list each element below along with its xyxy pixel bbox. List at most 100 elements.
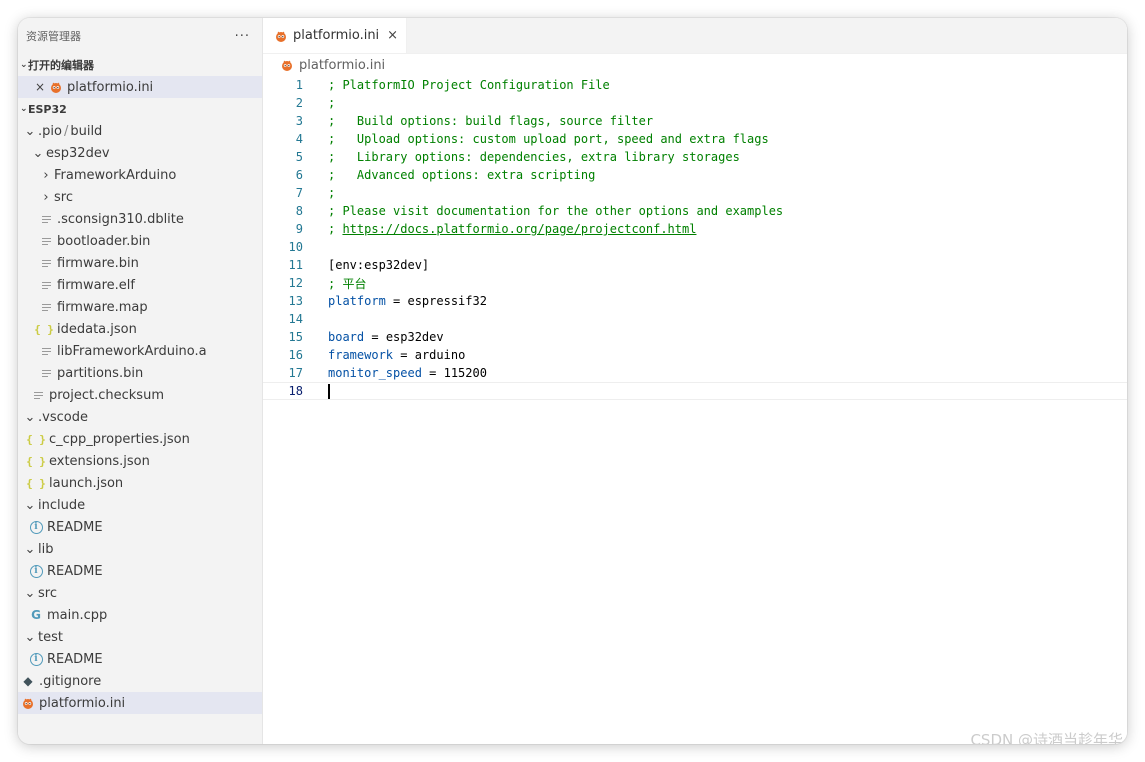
text-cursor bbox=[328, 383, 330, 399]
chevron-down-icon: ⌄ bbox=[24, 123, 36, 139]
docs-link[interactable]: https://docs.platformio.org/page/project… bbox=[342, 222, 696, 236]
line-number: 10 bbox=[288, 240, 303, 254]
tree-label: .vscode bbox=[38, 409, 88, 425]
code-text: ; 平台 bbox=[328, 276, 367, 291]
open-editors-section[interactable]: ⌄ 打开的编辑器 bbox=[18, 54, 262, 76]
tree-file-selected[interactable]: platformio.ini bbox=[18, 692, 262, 714]
tree-file[interactable]: ◆ .gitignore bbox=[18, 670, 262, 692]
tree-file[interactable]: project.checksum bbox=[18, 384, 262, 406]
tree-file[interactable]: firmware.bin bbox=[18, 252, 262, 274]
tree-label: extensions.json bbox=[49, 453, 150, 469]
open-editor-item[interactable]: × platformio.ini bbox=[18, 76, 262, 98]
code-text bbox=[328, 383, 330, 399]
tree-file[interactable]: firmware.map bbox=[18, 296, 262, 318]
close-icon[interactable]: × bbox=[387, 28, 398, 43]
tree-file[interactable]: G main.cpp bbox=[18, 604, 262, 626]
tree-label: FrameworkArduino bbox=[54, 167, 177, 183]
tree-label: src bbox=[38, 585, 57, 601]
line-number: 9 bbox=[295, 222, 303, 236]
code-text: framework = arduino bbox=[328, 348, 466, 362]
editor-area: platformio.ini × platformio.ini 1 ; Platf… bbox=[263, 18, 1127, 744]
tree-label: test bbox=[38, 629, 63, 645]
chevron-down-icon: ⌄ bbox=[20, 104, 28, 114]
tree-file[interactable]: i README bbox=[18, 516, 262, 538]
tree-label: .pio / build bbox=[38, 123, 103, 139]
tree-file[interactable]: i README bbox=[18, 648, 262, 670]
tree-folder-vscode[interactable]: ⌄ .vscode bbox=[18, 406, 262, 428]
tree-file[interactable]: partitions.bin bbox=[18, 362, 262, 384]
tree-label: firmware.map bbox=[57, 299, 148, 315]
code-line: 3 ; Build options: build flags, source fi… bbox=[263, 112, 1127, 130]
code-text: ; Advanced options: extra scripting bbox=[328, 168, 596, 182]
tree-label: idedata.json bbox=[57, 321, 137, 337]
chevron-down-icon: ⌄ bbox=[24, 629, 36, 645]
tree-file[interactable]: { } extensions.json bbox=[18, 450, 262, 472]
chevron-down-icon: ⌄ bbox=[20, 60, 28, 70]
chevron-right-icon: › bbox=[43, 189, 49, 205]
line-number: 1 bbox=[295, 78, 303, 92]
line-number: 18 bbox=[288, 384, 303, 398]
code-line-current: 18 bbox=[263, 382, 1127, 400]
code-text: platform = espressif32 bbox=[328, 294, 487, 308]
chevron-right-icon: › bbox=[43, 167, 49, 183]
code-line: 6 ; Advanced options: extra scripting bbox=[263, 166, 1127, 184]
tree-file[interactable]: { } idedata.json bbox=[18, 318, 262, 340]
tree-folder-include[interactable]: ⌄ include bbox=[18, 494, 262, 516]
code-section: [env:esp32dev] bbox=[328, 258, 430, 272]
tab-platformio-ini[interactable]: platformio.ini × bbox=[263, 18, 408, 53]
tree-file[interactable]: i README bbox=[18, 560, 262, 582]
code-text: ; Build options: build flags, source fil… bbox=[328, 114, 654, 128]
tree-label: platformio.ini bbox=[39, 695, 126, 711]
info-icon: i bbox=[28, 520, 44, 534]
tree-file[interactable]: libFrameworkArduino.a bbox=[18, 340, 262, 362]
code-line: 4 ; Upload options: custom upload port, s… bbox=[263, 130, 1127, 148]
file-icon bbox=[38, 346, 54, 356]
close-icon[interactable]: × bbox=[32, 80, 48, 94]
tree-file[interactable]: { } launch.json bbox=[18, 472, 262, 494]
code-text: ; bbox=[328, 96, 336, 110]
tree-file[interactable]: .sconsign310.dblite bbox=[18, 208, 262, 230]
platformio-icon bbox=[282, 60, 292, 71]
platformio-icon bbox=[276, 31, 286, 42]
git-icon: ◆ bbox=[23, 674, 33, 688]
breadcrumb[interactable]: platformio.ini bbox=[263, 54, 1127, 76]
tree-folder-src[interactable]: › src bbox=[18, 186, 262, 208]
tree-label: c_cpp_properties.json bbox=[49, 431, 190, 447]
tree-label: .sconsign310.dblite bbox=[57, 211, 184, 227]
tree-label: partitions.bin bbox=[57, 365, 144, 381]
explorer-header: 资源管理器 ··· bbox=[18, 18, 262, 54]
chevron-down-icon: ⌄ bbox=[24, 409, 36, 425]
json-icon: { } bbox=[26, 454, 46, 468]
tree-label: libFrameworkArduino.a bbox=[57, 343, 207, 359]
tree-file[interactable]: { } c_cpp_properties.json bbox=[18, 428, 262, 450]
file-icon bbox=[38, 280, 54, 290]
tree-label: .gitignore bbox=[39, 673, 102, 689]
tree-folder-test[interactable]: ⌄ test bbox=[18, 626, 262, 648]
tree-label: project.checksum bbox=[49, 387, 164, 403]
tree-file[interactable]: bootloader.bin bbox=[18, 230, 262, 252]
tree-label: src bbox=[54, 189, 73, 205]
tree-folder-esp32dev[interactable]: ⌄ esp32dev bbox=[18, 142, 262, 164]
line-number: 5 bbox=[295, 150, 303, 164]
tree-folder-src[interactable]: ⌄ src bbox=[18, 582, 262, 604]
code-line: 2; bbox=[263, 94, 1127, 112]
tree-file[interactable]: firmware.elf bbox=[18, 274, 262, 296]
chevron-down-icon: ⌄ bbox=[24, 497, 36, 513]
tree-label: README bbox=[47, 563, 103, 579]
file-icon bbox=[38, 236, 54, 246]
tree-folder-lib[interactable]: ⌄ lib bbox=[18, 538, 262, 560]
json-icon: { } bbox=[34, 322, 54, 336]
code-editor[interactable]: 1 ; PlatformIO Project Configuration File… bbox=[263, 76, 1127, 400]
file-icon bbox=[38, 368, 54, 378]
tree-folder-pio-build[interactable]: ⌄ .pio / build bbox=[18, 120, 262, 142]
code-line: 11 [env:esp32dev] bbox=[263, 256, 1127, 274]
explorer-sidebar: 资源管理器 ··· ⌄ 打开的编辑器 × platformio.ini ⌄ ES… bbox=[18, 18, 263, 744]
tree-folder-frameworkarduino[interactable]: › FrameworkArduino bbox=[18, 164, 262, 186]
workspace-section[interactable]: ⌄ ESP32 bbox=[18, 98, 262, 120]
more-actions-icon[interactable]: ··· bbox=[235, 29, 250, 44]
code-line: 17 monitor_speed = 115200 bbox=[263, 364, 1127, 382]
cpp-icon: G bbox=[31, 608, 41, 622]
chevron-down-icon: ⌄ bbox=[24, 585, 36, 601]
line-number: 7 bbox=[295, 186, 303, 200]
explorer-title: 资源管理器 bbox=[26, 30, 81, 43]
